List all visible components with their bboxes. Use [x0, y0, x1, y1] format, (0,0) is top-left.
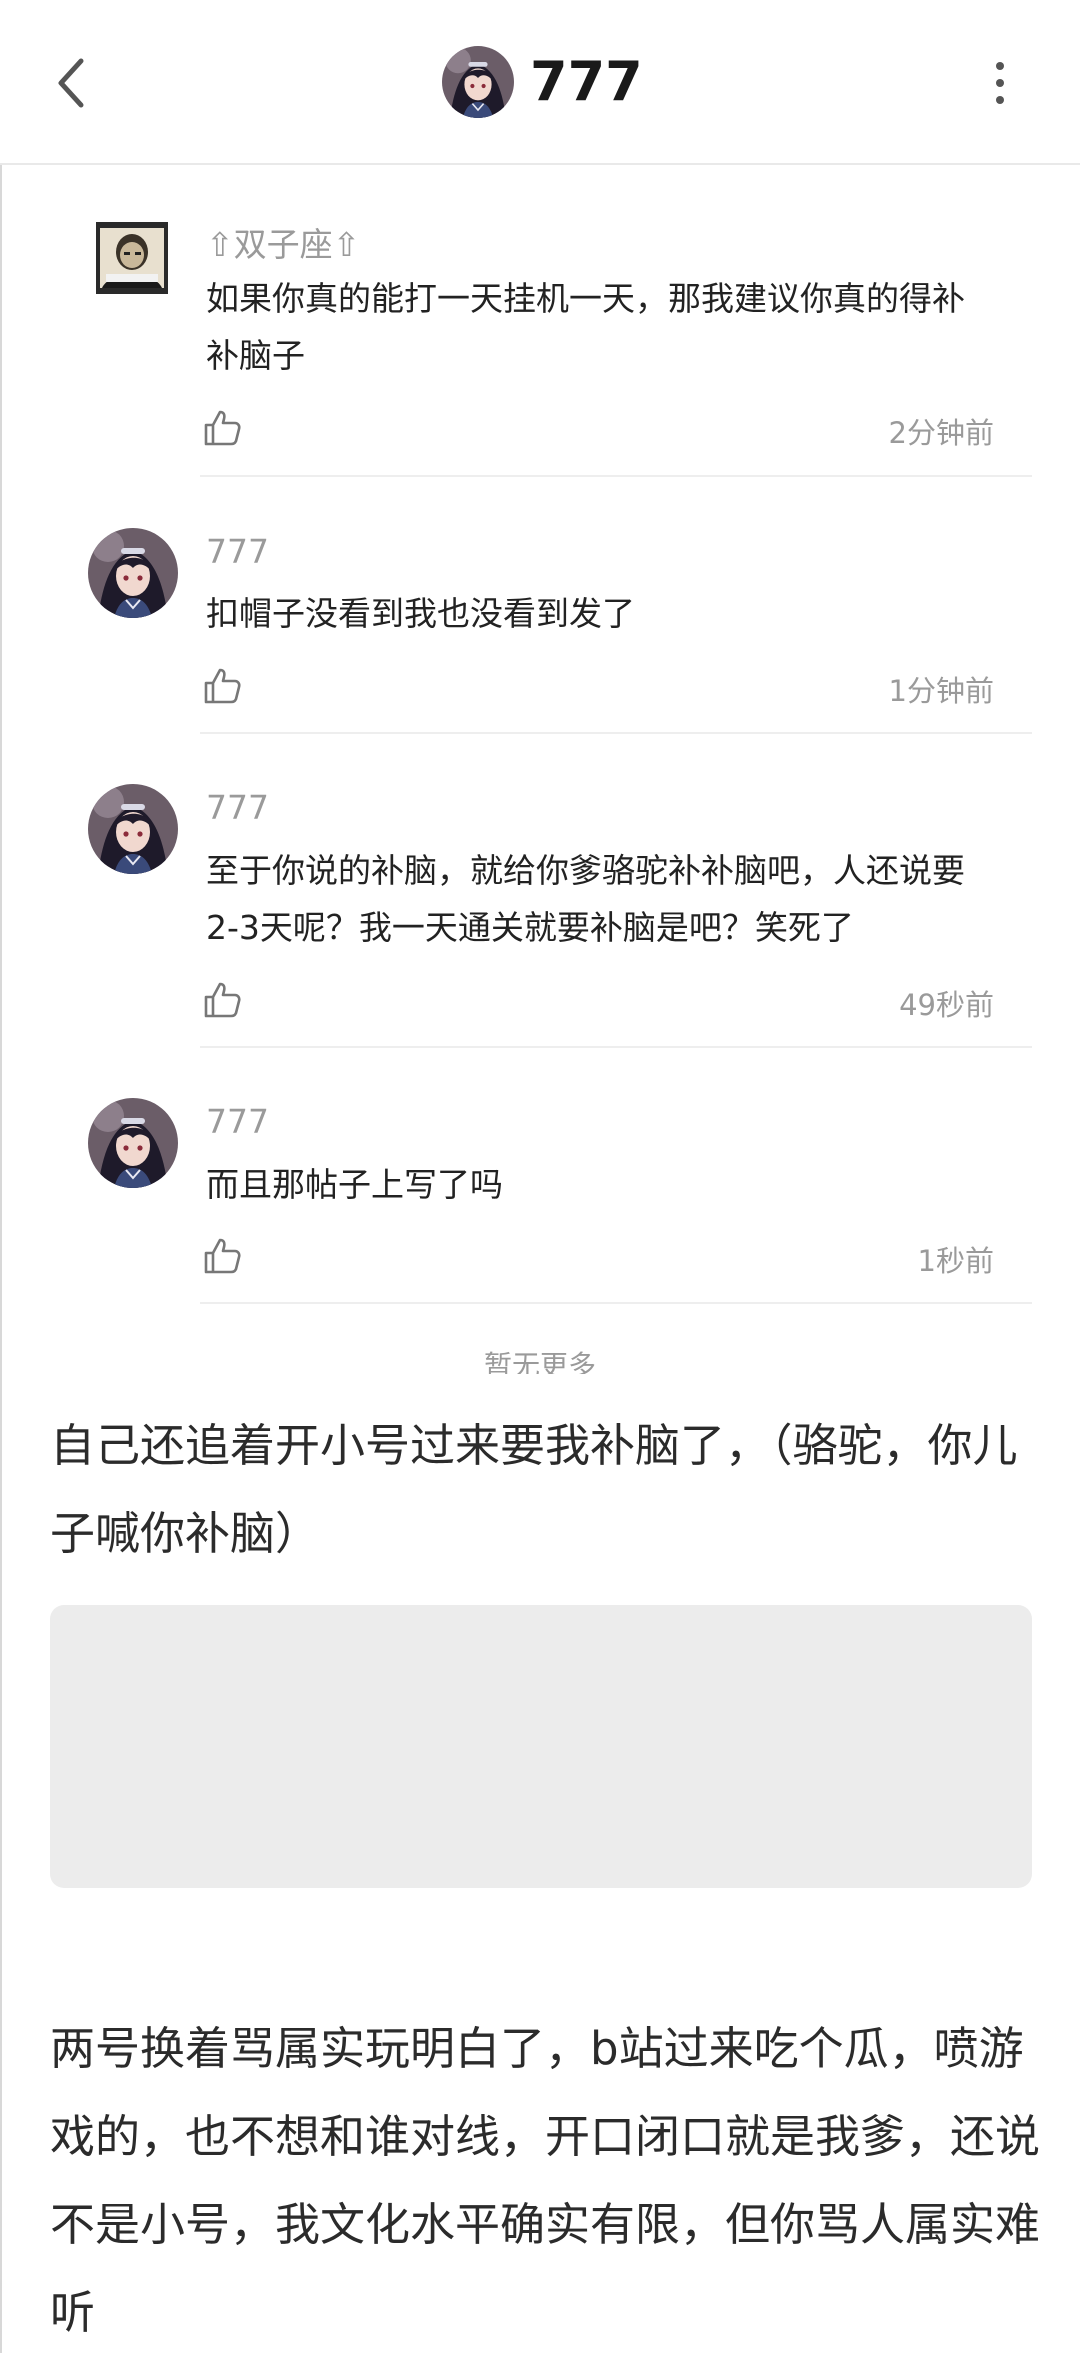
commenter-avatar[interactable] — [88, 1098, 178, 1188]
like-button[interactable] — [200, 664, 244, 708]
comment-time: 1分钟前 — [888, 674, 994, 708]
post-paragraph: 自己还追着开小号过来要我补脑了，（骆驼，你儿子喊你补脑） — [50, 1419, 1018, 1560]
comment-time: 1秒前 — [917, 1244, 994, 1278]
commenter-avatar[interactable] — [96, 222, 168, 294]
commenter-name: ⇧双子座⇧ — [206, 225, 361, 264]
comment-text: 扣帽子没看到我也没看到发了 — [206, 594, 635, 633]
page-title: 777 — [530, 50, 643, 113]
comment-text: 而且那帖子上写了吗 — [206, 1165, 503, 1204]
top-bar: 777 — [0, 0, 1080, 165]
commenter-name: 777 — [206, 532, 269, 571]
divider — [200, 1302, 1032, 1304]
thumbs-up-icon — [204, 410, 241, 446]
like-button[interactable] — [200, 978, 244, 1022]
divider — [200, 1046, 1032, 1048]
commenter-avatar[interactable] — [88, 528, 178, 618]
commenter-name: 777 — [206, 1102, 269, 1141]
divider — [200, 732, 1032, 734]
comment-text: 至于你说的补脑，就给你爹骆驼补补脑吧，人还说要2-3天呢？我一天通关就要补脑是吧… — [206, 851, 965, 947]
comment-time: 49秒前 — [899, 988, 994, 1022]
header-avatar[interactable] — [442, 46, 514, 118]
chevron-left-icon — [58, 58, 84, 108]
image-placeholder[interactable] — [50, 1605, 1032, 1888]
more-vertical-icon — [996, 62, 1004, 70]
comment-time: 2分钟前 — [888, 416, 994, 450]
thumbs-up-icon — [204, 668, 241, 704]
post-paragraph: 两号换着骂属实玩明白了，b站过来吃个瓜，喷游戏的，也不想和谁对线，开口闭口就是我… — [50, 2022, 1041, 2339]
back-button[interactable] — [40, 48, 100, 118]
divider — [200, 475, 1032, 477]
left-edge-line — [0, 0, 2, 2353]
thumbs-up-icon — [204, 982, 241, 1018]
like-button[interactable] — [200, 406, 244, 450]
comment-text: 如果你真的能打一天挂机一天，那我建议你真的得补补脑子 — [206, 279, 965, 375]
commenter-name: 777 — [206, 788, 269, 827]
commenter-avatar[interactable] — [88, 784, 178, 874]
more-options-button[interactable] — [970, 50, 1030, 116]
no-more-label: 暂无更多 — [483, 1349, 596, 1374]
thumbs-up-icon — [204, 1238, 241, 1274]
like-button[interactable] — [200, 1234, 244, 1278]
